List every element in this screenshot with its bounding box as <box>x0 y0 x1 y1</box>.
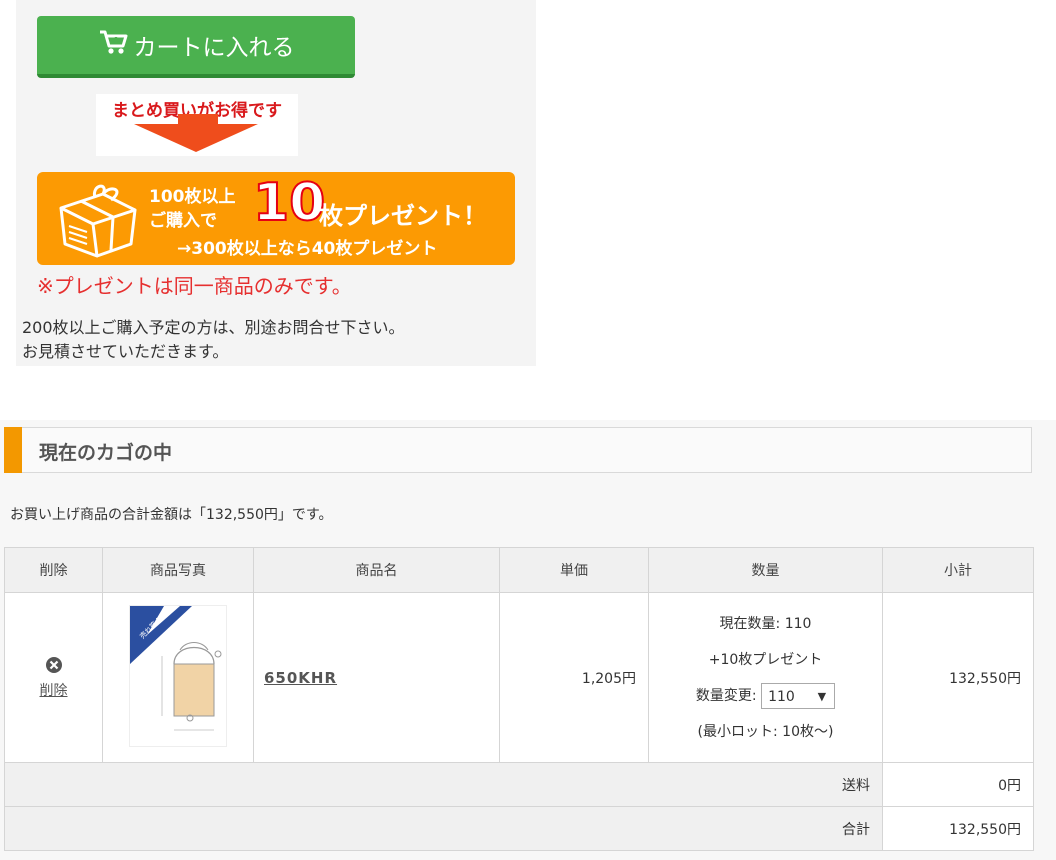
cart-heading: 現在のカゴの中 <box>4 427 1032 473</box>
quantity-select-value: 110 <box>768 688 795 705</box>
quantity-select[interactable]: 110 ▼ <box>761 682 836 709</box>
cart-total-sentence: お買い上げ商品の合計金額は「132,550円」です。 <box>10 507 333 523</box>
bulk-discount-notice: まとめ買いがお得です <box>96 94 298 156</box>
inquiry-line-1: 200枚以上ご購入予定の方は、別途お問合せ下さい。 <box>22 318 405 337</box>
gift-bonus-line: →300枚以上なら40枚プレゼント <box>177 239 438 259</box>
add-to-cart-label: カートに入れる <box>133 35 295 61</box>
column-header-name: 商品名 <box>253 547 500 593</box>
gift-box-icon <box>51 180 143 262</box>
column-header-photo: 商品写真 <box>102 547 254 593</box>
inquiry-note: 200枚以上ご購入予定の方は、別途お問合せ下さい。 お見積させていただきます。 <box>22 316 405 364</box>
shipping-label: 送料 <box>4 762 883 807</box>
minimum-lot-note: (最小ロット: 10枚～) <box>697 723 834 740</box>
unit-price-cell: 1,205円 <box>499 592 649 763</box>
promo-panel: カートに入れる まとめ買いがお得です 100枚以上 ご購入で 10 枚プレゼント… <box>16 0 536 366</box>
delete-cell: 削除 <box>4 592 103 763</box>
cart-heading-title: 現在のカゴの中 <box>39 442 173 464</box>
product-photo[interactable]: 売れ筋 NO.1 <box>129 605 227 747</box>
column-header-subtotal: 小計 <box>882 547 1034 593</box>
gift-condition-line: 100枚以上 <box>149 187 236 207</box>
quantity-change-row: 数量変更: 110 ▼ <box>649 678 882 714</box>
chevron-down-icon: ▼ <box>817 689 827 703</box>
cart-table: 削除 商品写真 商品名 単価 数量 小計 削除 売れ筋 NO.1 650KHR … <box>4 547 1034 851</box>
heading-accent-bar <box>4 427 22 473</box>
product-name-cell: 650KHR <box>253 592 500 763</box>
total-value: 132,550円 <box>882 806 1034 851</box>
cart-section: 現在のカゴの中 お買い上げ商品の合計金額は「132,550円」です。 削除 商品… <box>0 420 1056 860</box>
total-label: 合計 <box>4 806 883 851</box>
quantity-change-label: 数量変更: <box>695 687 757 704</box>
delete-link[interactable]: 削除 <box>40 683 68 699</box>
photo-cell: 売れ筋 NO.1 <box>102 592 254 763</box>
subtotal-cell: 132,550円 <box>882 592 1034 763</box>
total-row: 合計 132,550円 <box>4 806 1034 851</box>
gift-campaign-banner: 100枚以上 ご購入で 10 枚プレゼント！ →300枚以上なら40枚プレゼント <box>37 172 515 265</box>
gift-condition-line-2: ご購入で <box>149 211 217 231</box>
inquiry-line-2: お見積させていただきます。 <box>22 342 229 361</box>
current-quantity: 現在数量: 110 <box>719 615 812 632</box>
column-header-delete: 削除 <box>4 547 103 593</box>
shipping-value: 0円 <box>882 762 1034 807</box>
column-header-quantity: 数量 <box>648 547 883 593</box>
gift-count-suffix: 枚プレゼント！ <box>319 202 487 230</box>
product-name-link[interactable]: 650KHR <box>264 669 337 687</box>
cart-add-icon <box>98 29 134 61</box>
delete-x-icon[interactable] <box>5 656 102 678</box>
gift-count-number: 10 <box>252 173 326 233</box>
table-row: 削除 売れ筋 NO.1 650KHR 1,205円 現在数量: 110 +10枚… <box>4 592 1034 763</box>
column-header-price: 単価 <box>499 547 649 593</box>
present-restriction-note: ※プレゼントは同一商品のみです。 <box>37 274 352 298</box>
shipping-row: 送料 0円 <box>4 762 1034 807</box>
add-to-cart-button[interactable]: カートに入れる <box>37 16 355 78</box>
present-quantity: +10枚プレゼント <box>708 651 823 668</box>
quantity-cell: 現在数量: 110 +10枚プレゼント 数量変更: 110 ▼ (最小ロット: … <box>648 592 883 763</box>
table-header-row: 削除 商品写真 商品名 単価 数量 小計 <box>4 547 1034 593</box>
